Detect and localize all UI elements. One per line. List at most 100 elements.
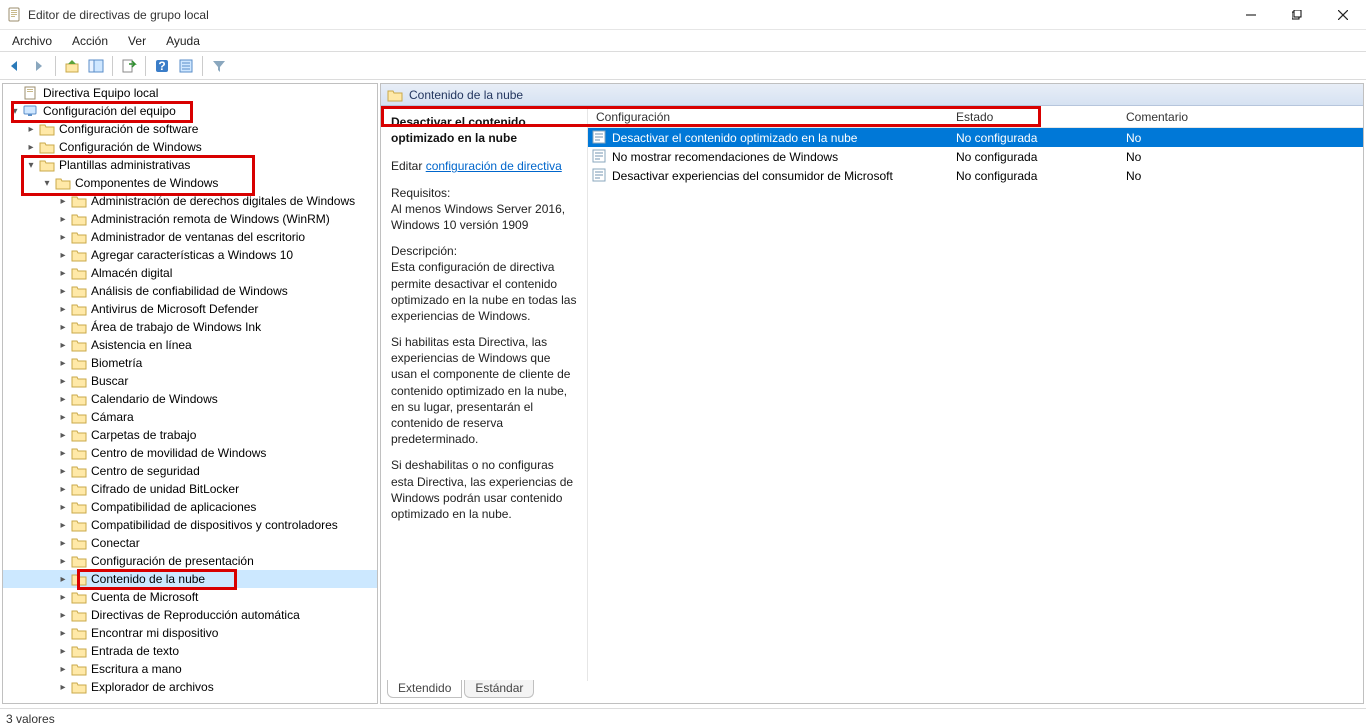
menu-archivo[interactable]: Archivo [2,32,62,50]
expand-icon[interactable]: ▸ [55,373,71,389]
expand-icon[interactable]: ▸ [55,571,71,587]
expand-icon[interactable]: ▸ [55,679,71,695]
expand-icon[interactable]: ▸ [55,193,71,209]
expand-icon[interactable]: ▸ [23,121,39,137]
folder-icon [71,266,87,280]
tree-item[interactable]: ▸Entrada de texto [3,642,377,660]
export-button[interactable] [118,55,140,77]
policy-comment: No [1118,150,1363,164]
tree-item-label: Administrador de ventanas del escritorio [91,230,305,244]
policy-row[interactable]: Desactivar el contenido optimizado en la… [588,128,1363,147]
tree-item[interactable]: ▸Cuenta de Microsoft [3,588,377,606]
maximize-button[interactable] [1274,0,1320,30]
expand-icon[interactable] [7,85,23,101]
tree-root[interactable]: Directiva Equipo local [3,84,377,102]
tree-item[interactable]: ▸Análisis de confiabilidad de Windows [3,282,377,300]
help-button[interactable]: ? [151,55,173,77]
expand-icon[interactable]: ▸ [55,337,71,353]
col-state[interactable]: Estado [948,110,1118,124]
expand-icon[interactable]: ▸ [55,517,71,533]
tree-item[interactable]: ▸Encontrar mi dispositivo [3,624,377,642]
expand-icon[interactable]: ▸ [55,553,71,569]
tree-item[interactable]: ▸Administración remota de Windows (WinRM… [3,210,377,228]
expand-icon[interactable]: ▸ [55,643,71,659]
view-tabs: Extendido Estándar [381,680,1363,702]
expand-icon[interactable]: ▸ [55,481,71,497]
tree-item[interactable]: ▸Antivirus de Microsoft Defender [3,300,377,318]
tree-admin-templates[interactable]: ▾ Plantillas administrativas [3,156,377,174]
menu-accion[interactable]: Acción [62,32,118,50]
minimize-button[interactable] [1228,0,1274,30]
show-hide-tree-button[interactable] [85,55,107,77]
forward-button[interactable] [28,55,50,77]
policy-description-pane: Desactivar el contenido optimizado en la… [381,106,587,681]
expand-icon[interactable]: ▸ [55,355,71,371]
tree-item[interactable]: ▸Buscar [3,372,377,390]
tree-item[interactable]: ▸Agregar características a Windows 10 [3,246,377,264]
tree-item[interactable]: ▸Asistencia en línea [3,336,377,354]
tree-software-config[interactable]: ▸ Configuración de software [3,120,377,138]
menu-ayuda[interactable]: Ayuda [156,32,210,50]
expand-icon[interactable]: ▸ [55,319,71,335]
col-comment[interactable]: Comentario [1118,110,1363,124]
tree-item[interactable]: ▸Biometría [3,354,377,372]
policy-name: Desactivar experiencias del consumidor d… [612,169,948,183]
tree-item[interactable]: ▸Directivas de Reproducción automática [3,606,377,624]
expand-icon[interactable]: ▾ [23,157,39,173]
expand-icon[interactable]: ▸ [55,535,71,551]
tree-item[interactable]: ▸Conectar [3,534,377,552]
back-button[interactable] [4,55,26,77]
expand-icon[interactable]: ▸ [55,211,71,227]
properties-button[interactable] [175,55,197,77]
tree-item[interactable]: ▸Cámara [3,408,377,426]
tree-item[interactable]: ▸Centro de movilidad de Windows [3,444,377,462]
expand-icon[interactable]: ▸ [23,139,39,155]
policy-row[interactable]: No mostrar recomendaciones de WindowsNo … [588,147,1363,166]
folder-icon [71,410,87,424]
policy-row[interactable]: Desactivar experiencias del consumidor d… [588,166,1363,185]
expand-icon[interactable]: ▸ [55,499,71,515]
tab-standard[interactable]: Estándar [464,680,534,698]
tree-item[interactable]: ▸Compatibilidad de aplicaciones [3,498,377,516]
policy-settings-link[interactable]: configuración de directiva [426,159,562,173]
menu-ver[interactable]: Ver [118,32,156,50]
tree-item[interactable]: ▸Almacén digital [3,264,377,282]
up-button[interactable] [61,55,83,77]
tree-item[interactable]: ▸Compatibilidad de dispositivos y contro… [3,516,377,534]
expand-icon[interactable]: ▸ [55,391,71,407]
tab-extended[interactable]: Extendido [387,680,462,698]
filter-button[interactable] [208,55,230,77]
tree-item[interactable]: ▸Centro de seguridad [3,462,377,480]
expand-icon[interactable]: ▾ [39,175,55,191]
tree-item[interactable]: ▸Contenido de la nube [3,570,377,588]
expand-icon[interactable]: ▸ [55,409,71,425]
expand-icon[interactable]: ▸ [55,607,71,623]
expand-icon[interactable]: ▸ [55,265,71,281]
tree-item[interactable]: ▸Administración de derechos digitales de… [3,192,377,210]
tree-item[interactable]: ▸Cifrado de unidad BitLocker [3,480,377,498]
expand-icon[interactable]: ▸ [55,427,71,443]
tree-windows-config[interactable]: ▸ Configuración de Windows [3,138,377,156]
expand-icon[interactable]: ▸ [55,463,71,479]
tree-item[interactable]: ▸Área de trabajo de Windows Ink [3,318,377,336]
expand-icon[interactable]: ▸ [55,445,71,461]
expand-icon[interactable]: ▸ [55,301,71,317]
tree-item[interactable]: ▸Calendario de Windows [3,390,377,408]
expand-icon[interactable]: ▸ [55,625,71,641]
tree-item[interactable]: ▸Escritura a mano [3,660,377,678]
tree-computer-config[interactable]: ▾ Configuración del equipo [3,102,377,120]
expand-icon[interactable]: ▸ [55,229,71,245]
tree-item[interactable]: ▸Explorador de archivos [3,678,377,696]
expand-icon[interactable]: ▸ [55,283,71,299]
col-config[interactable]: Configuración [588,110,948,124]
tree-item[interactable]: ▸Configuración de presentación [3,552,377,570]
tree-item[interactable]: ▸ Administrador de ventanas del escritori… [3,228,377,246]
tree-scroll[interactable]: Directiva Equipo local ▾ Configuración d… [3,84,377,703]
expand-icon[interactable]: ▾ [7,103,23,119]
tree-windows-components[interactable]: ▾ Componentes de Windows [3,174,377,192]
expand-icon[interactable]: ▸ [55,589,71,605]
expand-icon[interactable]: ▸ [55,247,71,263]
close-button[interactable] [1320,0,1366,30]
tree-item[interactable]: ▸Carpetas de trabajo [3,426,377,444]
expand-icon[interactable]: ▸ [55,661,71,677]
